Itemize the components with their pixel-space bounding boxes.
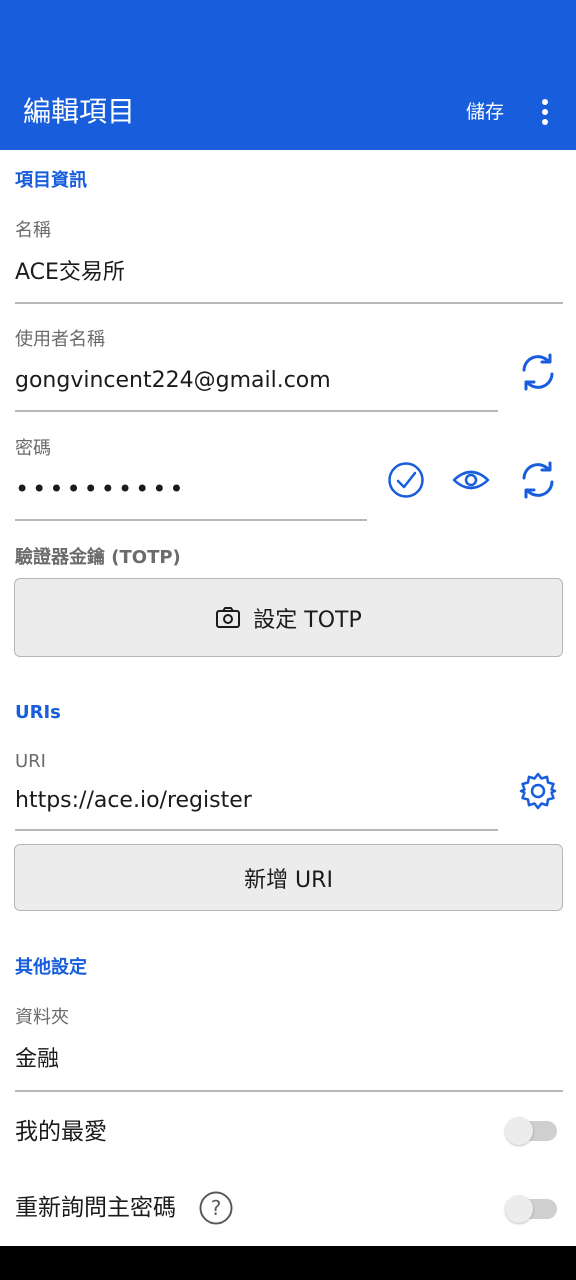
favorite-label: 我的最愛: [15, 1119, 107, 1145]
help-icon-glyph: ?: [211, 1196, 222, 1220]
section-title-other: 其他設定: [15, 957, 87, 978]
gear-icon[interactable]: [519, 772, 557, 810]
uri-field[interactable]: https://ace.io/register: [15, 786, 252, 816]
setup-totp-label: 設定 TOTP: [253, 607, 362, 633]
add-uri-button[interactable]: 新增 URI: [14, 844, 563, 911]
password-field[interactable]: ••••••••••: [15, 474, 187, 504]
password-underline: [15, 519, 367, 521]
generate-password-icon[interactable]: [518, 460, 558, 500]
name-label: 名稱: [15, 220, 51, 241]
reprompt-label: 重新詢問主密碼: [15, 1195, 176, 1221]
folder-underline: [15, 1090, 563, 1092]
name-underline: [15, 302, 563, 304]
generate-username-icon[interactable]: [518, 352, 558, 392]
eye-icon[interactable]: [452, 466, 490, 494]
username-underline: [15, 410, 498, 412]
password-label: 密碼: [15, 438, 51, 459]
help-icon[interactable]: ?: [199, 1191, 233, 1225]
add-uri-label: 新增 URI: [244, 867, 333, 893]
check-password-icon[interactable]: [387, 461, 425, 499]
uri-underline: [15, 829, 498, 831]
folder-label: 資料夾: [15, 1007, 69, 1028]
reprompt-toggle[interactable]: [505, 1195, 557, 1223]
favorite-toggle[interactable]: [505, 1117, 557, 1145]
camera-icon: [216, 606, 241, 628]
username-label: 使用者名稱: [15, 329, 105, 350]
app-bar: 編輯項目 儲存: [0, 0, 576, 150]
save-button[interactable]: 儲存: [466, 99, 504, 125]
totp-label: 驗證器金鑰 (TOTP): [15, 547, 181, 568]
username-field[interactable]: gongvincent224@gmail.com: [15, 366, 331, 396]
folder-field[interactable]: 金融: [15, 1045, 59, 1075]
favorite-toggle-knob: [505, 1117, 533, 1145]
setup-totp-button[interactable]: 設定 TOTP: [14, 578, 563, 657]
system-nav-bar: [0, 1246, 576, 1280]
page-title: 編輯項目: [23, 95, 136, 128]
section-title-item-info: 項目資訊: [15, 170, 87, 191]
section-title-uris: URIs: [15, 702, 61, 723]
more-vertical-icon[interactable]: [533, 98, 557, 126]
uri-label: URI: [15, 751, 46, 772]
name-field[interactable]: ACE交易所: [15, 258, 125, 288]
reprompt-toggle-knob: [505, 1195, 533, 1223]
